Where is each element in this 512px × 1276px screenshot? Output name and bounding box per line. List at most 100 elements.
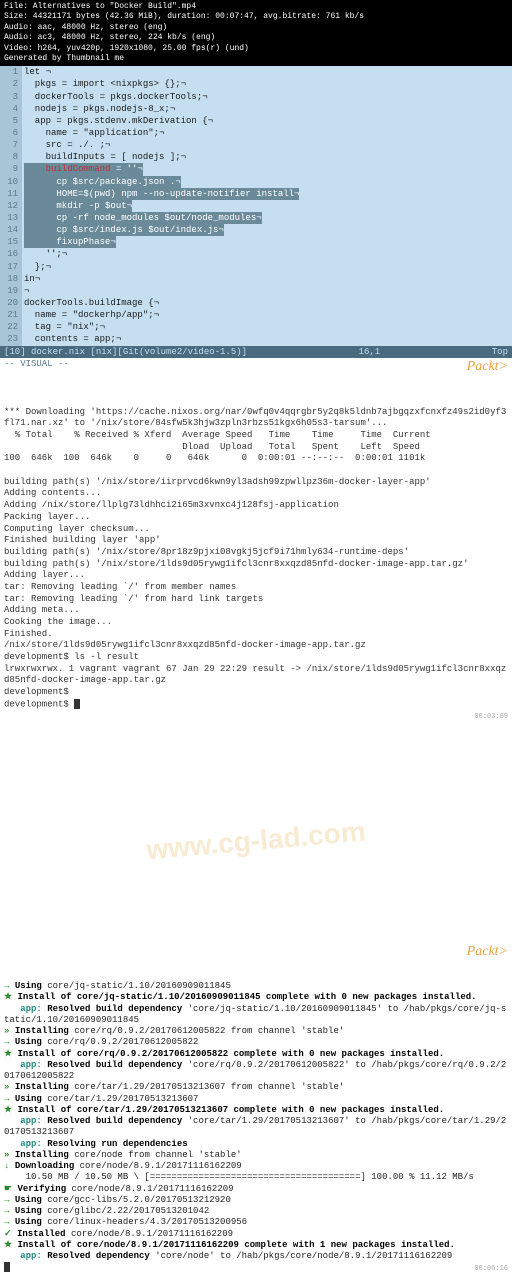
line-number: 7 [4,139,18,151]
code-line[interactable]: HOME=$(pwd) npm --no-update-notifier ins… [22,188,512,200]
code-editor[interactable]: 1234567891011121314151617181920212223 le… [0,66,512,345]
hab-line: ↓ Downloading core/node/8.9.1/2017111616… [4,1161,508,1172]
editor-mode: -- VISUAL -- Packt> [0,358,512,370]
terminal-line: development$ [4,687,508,699]
meta-audio2: Audio: ac3, 48000 Hz, stereo, 224 kb/s (… [4,33,508,43]
line-number: 21 [4,309,18,321]
code-line[interactable]: cp $src/package.json .¬ [22,176,512,188]
code-line[interactable]: src = ./. ;¬ [22,139,512,151]
terminal-line: Adding contents... [4,488,508,500]
code-line[interactable]: name = "application";¬ [22,127,512,139]
code-line[interactable]: name = "dockerhp/app";¬ [22,309,512,321]
terminal-line: building path(s) '/nix/store/1lds9d05ryw… [4,559,508,571]
code-line[interactable]: ¬ [22,285,512,297]
code-line[interactable]: };¬ [22,261,512,273]
hab-line: 10.50 MB / 10.50 MB \ [=================… [4,1172,508,1183]
line-number: 14 [4,224,18,236]
code-line[interactable]: in¬ [22,273,512,285]
hab-line: » Installing core/node from channel 'sta… [4,1150,508,1161]
line-number-gutter: 1234567891011121314151617181920212223 [0,66,22,345]
terminal-line: *** Downloading 'https://cache.nixos.org… [4,407,508,430]
timestamp-1: 00:03:09 [474,713,508,722]
hab-line: ★ Install of core/node/8.9.1/20171116162… [4,1240,508,1251]
code-line[interactable]: tag = "nix";¬ [22,321,512,333]
line-number: 12 [4,200,18,212]
code-line[interactable]: let ¬ [22,66,512,78]
line-number: 17 [4,261,18,273]
hab-line: » Installing core/tar/1.29/2017051321360… [4,1082,508,1093]
hab-line: → Using core/linux-headers/4.3/201705132… [4,1217,508,1228]
meta-audio1: Audio: aac, 48000 Hz, stereo (eng) [4,23,508,33]
hab-line: → Using core/jq-static/1.10/201609090118… [4,981,508,992]
cursor-block [4,1262,10,1272]
line-number: 18 [4,273,18,285]
terminal-output-1[interactable]: *** Downloading 'https://cache.nixos.org… [0,370,512,725]
line-number: 1 [4,66,18,78]
terminal-line: development$ [4,699,508,711]
line-number: 9 [4,163,18,175]
line-number: 3 [4,91,18,103]
code-line[interactable]: mkdir -p $out¬ [22,200,512,212]
terminal-line: Adding layer... [4,570,508,582]
code-line[interactable]: pkgs = import <nixpkgs> {};¬ [22,78,512,90]
hab-line: app: Resolved dependency 'core/node' to … [4,1251,508,1262]
terminal-line: Adding /nix/store/llplg73ldhhci2i65m3xvn… [4,500,508,512]
terminal-line: /nix/store/1lds9d05rywg1ifcl3cnr8xxqzd85… [4,640,508,652]
code-line[interactable]: dockerTools.buildImage {¬ [22,297,512,309]
hab-line: app: Resolved build dependency 'core/tar… [4,1116,508,1139]
terminal-line: Cooking the image... [4,617,508,629]
code-line[interactable]: cp $src/index.js $out/index.js¬ [22,224,512,236]
line-number: 20 [4,297,18,309]
code-line[interactable]: cp -rf node_modules $out/node_modules¬ [22,212,512,224]
line-number: 2 [4,78,18,90]
hab-line: → Using core/gcc-libs/5.2.0/201705132129… [4,1195,508,1206]
line-number: 11 [4,188,18,200]
code-line[interactable]: buildCommand = ''¬ [22,163,512,175]
code-line[interactable]: dockerTools = pkgs.dockerTools;¬ [22,91,512,103]
terminal-line: % Total % Received % Xferd Average Speed… [4,430,508,442]
status-pos: 16,1 [359,347,381,357]
terminal-line: development$ ls -l result [4,652,508,664]
hab-line: app: Resolving run dependencies [4,1139,508,1150]
terminal-line: Computing layer checksum... [4,524,508,536]
code-line[interactable]: contents = app;¬ [22,333,512,345]
watermark-text: www.cg-lad.com [145,815,367,866]
meta-file: File: Alternatives to "Docker Build".mp4 [4,2,508,12]
line-number: 13 [4,212,18,224]
hab-line: ✓ Installed core/node/8.9.1/201711161622… [4,1229,508,1240]
code-line[interactable]: buildInputs = [ nodejs ];¬ [22,151,512,163]
code-line[interactable]: fixupPhase¬ [22,236,512,248]
hab-line: ★ Install of core/jq-static/1.10/2016090… [4,992,508,1003]
terminal-line: Adding meta... [4,605,508,617]
habitat-output[interactable]: Packt> → Using core/jq-static/1.10/20160… [0,957,512,1276]
hab-line: → Using core/glibc/2.22/20170513201042 [4,1206,508,1217]
code-line[interactable]: '';¬ [22,248,512,260]
status-file: [10] docker.nix [nix][Git(volume2/video-… [4,347,247,357]
hab-line: ★ Install of core/tar/1.29/2017051321360… [4,1105,508,1116]
status-top: Top [492,347,508,357]
terminal-line: 100 646k 100 646k 0 0 646k 0 0:00:01 --:… [4,453,508,465]
video-metadata: File: Alternatives to "Docker Build".mp4… [0,0,512,66]
line-number: 22 [4,321,18,333]
terminal-line: Finished. [4,629,508,641]
meta-video: Video: h264, yuv420p, 1920x1080, 25.00 f… [4,44,508,54]
hab-line: → Using core/rq/0.9.2/20170612005822 [4,1037,508,1048]
terminal-line: Finished building layer 'app' [4,535,508,547]
editor-statusbar: [10] docker.nix [nix][Git(volume2/video-… [0,346,512,358]
code-line[interactable]: nodejs = pkgs.nodejs-8_x;¬ [22,103,512,115]
timestamp-2: 00:06:16 [474,1265,508,1274]
code-area[interactable]: let ¬ pkgs = import <nixpkgs> {};¬ docke… [22,66,512,345]
hab-line: app: Resolved build dependency 'core/rq/… [4,1060,508,1083]
terminal-line: Packing layer... [4,512,508,524]
line-number: 5 [4,115,18,127]
terminal-line: building path(s) '/nix/store/iirprvcd6kw… [4,477,508,489]
line-number: 23 [4,333,18,345]
terminal-line: lrwxrwxrwx. 1 vagrant vagrant 67 Jan 29 … [4,664,508,687]
terminal-line [4,465,508,477]
terminal-line: tar: Removing leading `/' from member na… [4,582,508,594]
watermark-area: www.cg-lad.com [0,725,512,957]
terminal-line: building path(s) '/nix/store/8pr18z9pjxi… [4,547,508,559]
meta-size: Size: 44321171 bytes (42.36 MiB), durati… [4,12,508,22]
hab-line: ☛ Verifying core/node/8.9.1/201711161622… [4,1184,508,1195]
code-line[interactable]: app = pkgs.stdenv.mkDerivation {¬ [22,115,512,127]
